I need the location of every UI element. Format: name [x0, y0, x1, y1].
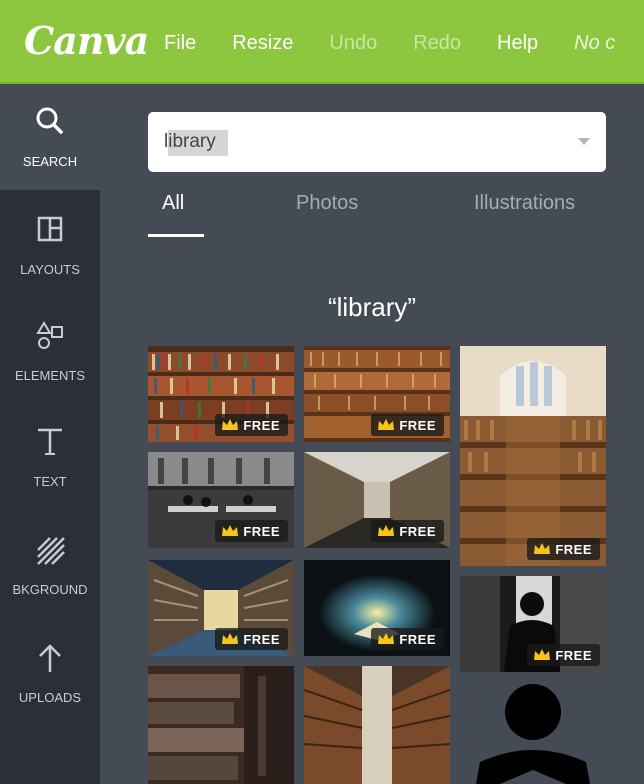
uploads-icon	[39, 644, 61, 672]
text-icon	[38, 428, 62, 455]
result-image-reading-room-bw[interactable]: FREE	[148, 452, 294, 548]
sidebar-label-background: BKGROUND	[12, 582, 88, 597]
crown-icon	[534, 543, 551, 554]
sidebar-item-layouts[interactable]: LAYOUTS	[0, 192, 100, 298]
free-badge-label: FREE	[243, 631, 280, 647]
image-grand-library-hall	[460, 346, 606, 566]
canva-logo[interactable]: Canva	[24, 18, 149, 63]
free-badge: FREE	[527, 538, 600, 560]
search-box[interactable]	[148, 112, 606, 172]
result-image-narrow-aisle[interactable]	[304, 666, 450, 784]
free-badge-label: FREE	[243, 417, 280, 433]
sidebar-item-text[interactable]: TEXT	[0, 404, 100, 510]
result-image-grand-library-hall[interactable]: FREE	[460, 346, 606, 566]
crown-icon	[378, 633, 395, 644]
sidebar-item-uploads[interactable]: UPLOADS	[0, 620, 100, 726]
background-icon	[37, 537, 65, 565]
free-badge: FREE	[371, 520, 444, 542]
sidebar-label-uploads: UPLOADS	[18, 690, 82, 705]
result-image-stacked-books-closeup[interactable]	[148, 666, 294, 784]
result-image-bookshelves-wooden[interactable]: FREE	[304, 346, 450, 442]
result-image-glowing-book-dark[interactable]: FREE	[304, 560, 450, 656]
menu-status: No c	[574, 32, 616, 54]
sidebar-label-search: SEARCH	[22, 154, 78, 169]
top-bar: Canva File Resize Undo Redo Help No c	[0, 0, 644, 84]
free-badge: FREE	[215, 628, 288, 650]
search-icon	[36, 107, 63, 134]
menu-help[interactable]: Help	[497, 32, 538, 55]
free-badge-label: FREE	[399, 631, 436, 647]
layouts-icon	[37, 216, 63, 242]
result-image-bookshelves-colorful[interactable]: FREE	[148, 346, 294, 442]
result-image-silhouette-reader[interactable]: FREE	[460, 576, 606, 672]
tab-all[interactable]: All	[162, 192, 184, 215]
search-panel: All Photos Illustrations “library”	[100, 84, 644, 784]
crown-icon	[534, 649, 551, 660]
crown-icon	[222, 419, 239, 430]
free-badge: FREE	[215, 414, 288, 436]
free-badge: FREE	[371, 414, 444, 436]
image-narrow-aisle	[304, 666, 450, 784]
sidebar-item-elements[interactable]: ELEMENTS	[0, 298, 100, 404]
tab-photos[interactable]: Photos	[296, 192, 358, 215]
sidebar-label-elements: ELEMENTS	[14, 368, 86, 383]
results-title: “library”	[327, 292, 417, 322]
chevron-down-icon[interactable]	[578, 138, 590, 145]
free-badge-label: FREE	[399, 523, 436, 539]
free-badge-label: FREE	[243, 523, 280, 539]
elements-icon	[36, 321, 63, 349]
menu-undo[interactable]: Undo	[329, 32, 377, 55]
crown-icon	[222, 633, 239, 644]
free-badge: FREE	[215, 520, 288, 542]
search-input[interactable]	[164, 126, 564, 158]
result-image-library-aisle-blue[interactable]: FREE	[148, 560, 294, 656]
image-reader-illustration	[476, 684, 590, 784]
active-tab-indicator	[148, 234, 204, 237]
filter-tabs: All Photos Illustrations	[148, 192, 608, 240]
result-image-library-corridor[interactable]: FREE	[304, 452, 450, 548]
sidebar-item-background[interactable]: BKGROUND	[0, 512, 100, 618]
free-badge-label: FREE	[399, 417, 436, 433]
crown-icon	[378, 525, 395, 536]
image-stacked-books-closeup	[148, 666, 294, 784]
top-menu: File Resize Undo Redo Help No c	[164, 32, 644, 55]
crown-icon	[222, 525, 239, 536]
free-badge-label: FREE	[555, 541, 592, 557]
free-badge-label: FREE	[555, 647, 592, 663]
menu-resize[interactable]: Resize	[232, 32, 293, 55]
crown-icon	[378, 419, 395, 430]
sidebar-label-layouts: LAYOUTS	[20, 262, 80, 277]
canva-editor: Canva File Resize Undo Redo Help No c SE…	[0, 0, 644, 784]
free-badge: FREE	[371, 628, 444, 650]
menu-file[interactable]: File	[164, 32, 196, 55]
result-image-reader-illustration[interactable]	[460, 682, 606, 784]
left-sidebar: SEARCH LAYOUTS ELEMENTS TEXT BKGROUND UP…	[0, 84, 100, 784]
menu-redo[interactable]: Redo	[413, 32, 461, 55]
tab-illustrations[interactable]: Illustrations	[474, 192, 575, 215]
sidebar-label-text: TEXT	[33, 474, 67, 489]
sidebar-item-search[interactable]: SEARCH	[0, 84, 100, 190]
free-badge: FREE	[527, 644, 600, 666]
